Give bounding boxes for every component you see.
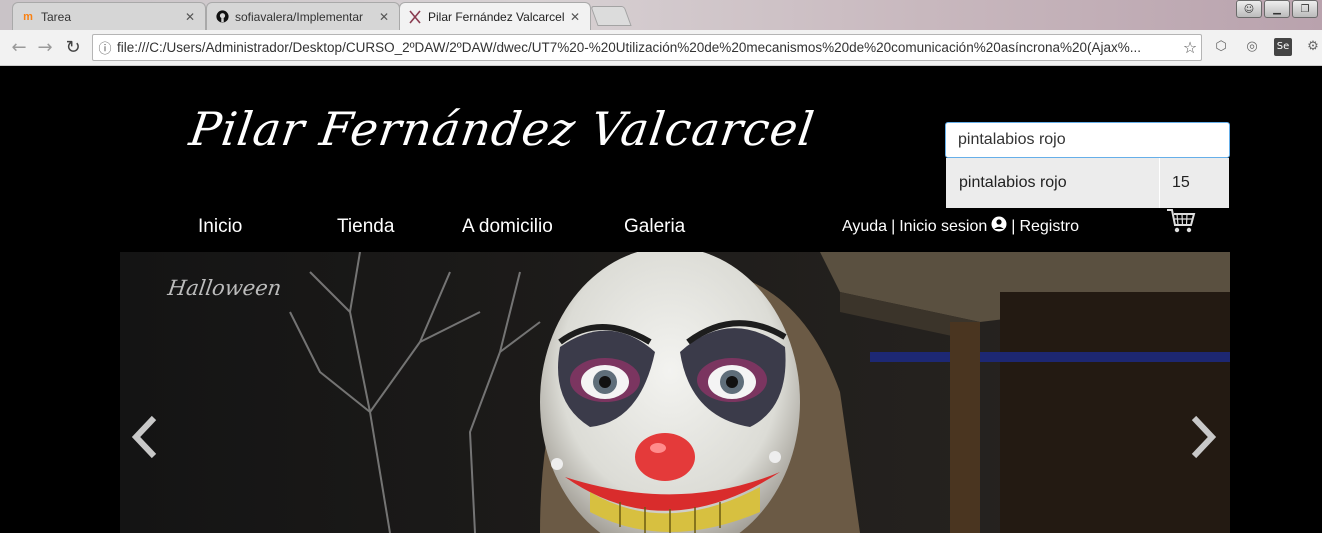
- help-link[interactable]: Ayuda: [842, 218, 887, 236]
- carousel-caption: Halloween: [166, 276, 283, 300]
- close-icon[interactable]: ✕: [568, 10, 582, 24]
- scissors-icon: [408, 9, 422, 24]
- tab-pilar[interactable]: Pilar Fernández Valcarcel ✕: [399, 2, 591, 30]
- nav-tienda[interactable]: Tienda: [337, 216, 394, 238]
- suggestion-name: pintalabios rojo: [959, 174, 1067, 191]
- nav-galeria[interactable]: Galeria: [624, 216, 685, 238]
- user-icon[interactable]: ☺: [1236, 0, 1262, 18]
- suggestion-count: 15: [1159, 158, 1229, 208]
- carousel-image: [120, 252, 1230, 533]
- tab-label: sofiavalera/Implementar: [235, 9, 364, 24]
- new-tab-button[interactable]: [590, 6, 632, 26]
- browser-chrome: m Tarea ✕ sofiavalera/Implementar ✕ Pila…: [0, 0, 1322, 66]
- settings-gear-icon[interactable]: ⚙: [1304, 38, 1322, 56]
- autocomplete-suggestion[interactable]: pintalabios rojo 15: [946, 158, 1229, 208]
- browser-toolbar: ← → ↻ ⓘ file:///C:/Users/Administrador/D…: [0, 30, 1322, 66]
- bookmark-star-icon[interactable]: ☆: [1179, 38, 1201, 57]
- restore-button[interactable]: ❐: [1292, 0, 1318, 18]
- web-page: Pilar Fernández Valcarcel pintalabios ro…: [0, 66, 1322, 533]
- selenium-icon[interactable]: Se: [1274, 38, 1292, 56]
- tab-tarea[interactable]: m Tarea ✕: [12, 2, 206, 30]
- login-link[interactable]: Inicio sesion: [899, 218, 987, 236]
- window-controls: ☺ ▁ ❐: [1236, 0, 1318, 18]
- user-circle-icon: [991, 216, 1007, 237]
- tab-github[interactable]: sofiavalera/Implementar ✕: [206, 2, 400, 30]
- user-links: Ayuda | Inicio sesion | Registro: [842, 216, 1079, 237]
- reload-button[interactable]: ↻: [62, 37, 84, 59]
- moodle-icon: m: [23, 10, 33, 23]
- search-input[interactable]: [945, 122, 1230, 158]
- forward-button[interactable]: →: [34, 37, 56, 59]
- extension-circle-icon[interactable]: ◎: [1243, 38, 1261, 56]
- chevron-right-icon[interactable]: [1188, 412, 1218, 462]
- extension-shield-icon[interactable]: ⬡: [1212, 38, 1230, 56]
- separator: |: [1011, 217, 1016, 235]
- minimize-button[interactable]: ▁: [1264, 0, 1290, 18]
- register-link[interactable]: Registro: [1019, 218, 1079, 236]
- site-brand[interactable]: Pilar Fernández Valcarcel: [186, 102, 818, 156]
- chevron-left-icon[interactable]: [130, 412, 160, 462]
- nav-inicio[interactable]: Inicio: [198, 216, 242, 238]
- image-carousel[interactable]: Halloween: [120, 252, 1230, 533]
- info-icon[interactable]: ⓘ: [93, 38, 117, 57]
- tab-label: Pilar Fernández Valcarcel: [428, 9, 565, 24]
- close-icon[interactable]: ✕: [377, 10, 391, 24]
- tab-label: Tarea: [41, 9, 72, 24]
- close-icon[interactable]: ✕: [183, 10, 197, 24]
- nav-a-domicilio[interactable]: A domicilio: [462, 216, 553, 238]
- tab-strip: m Tarea ✕ sofiavalera/Implementar ✕ Pila…: [0, 0, 1322, 30]
- url-text[interactable]: file:///C:/Users/Administrador/Desktop/C…: [117, 40, 1179, 55]
- github-icon: [215, 10, 229, 24]
- back-button[interactable]: ←: [8, 37, 30, 59]
- address-bar[interactable]: ⓘ file:///C:/Users/Administrador/Desktop…: [92, 34, 1202, 61]
- shopping-cart-icon[interactable]: [1166, 208, 1196, 234]
- separator: |: [891, 217, 896, 235]
